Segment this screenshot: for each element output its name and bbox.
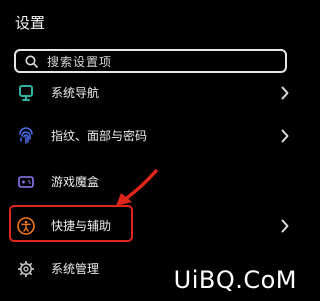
search-field[interactable]: 搜索设置项	[14, 49, 287, 73]
settings-item-label: 游戏魔盒	[51, 175, 100, 189]
game-box-icon	[18, 176, 34, 188]
watermark: UiBQ.CoM	[173, 266, 297, 294]
settings-item-system-navigation[interactable]: 系统导航	[0, 73, 305, 113]
annotation-arrow-icon	[116, 169, 158, 206]
search-icon	[25, 55, 38, 68]
fingerprint-icon	[19, 127, 33, 144]
settings-item-label: 系统管理	[51, 262, 100, 276]
settings-item-label: 指纹、面部与密码	[51, 129, 148, 143]
page-title: 设置	[15, 14, 46, 32]
annotation-highlight-box	[9, 205, 133, 242]
search-placeholder: 搜索设置项	[47, 55, 113, 69]
chevron-right-icon	[281, 129, 289, 143]
gear-icon	[18, 261, 34, 277]
settings-item-fingerprint-face-password[interactable]: 指纹、面部与密码	[0, 116, 305, 156]
chevron-right-icon	[281, 86, 289, 100]
navigation-icon	[19, 85, 33, 101]
settings-item-label: 系统导航	[51, 86, 100, 100]
chevron-right-icon	[281, 219, 289, 233]
